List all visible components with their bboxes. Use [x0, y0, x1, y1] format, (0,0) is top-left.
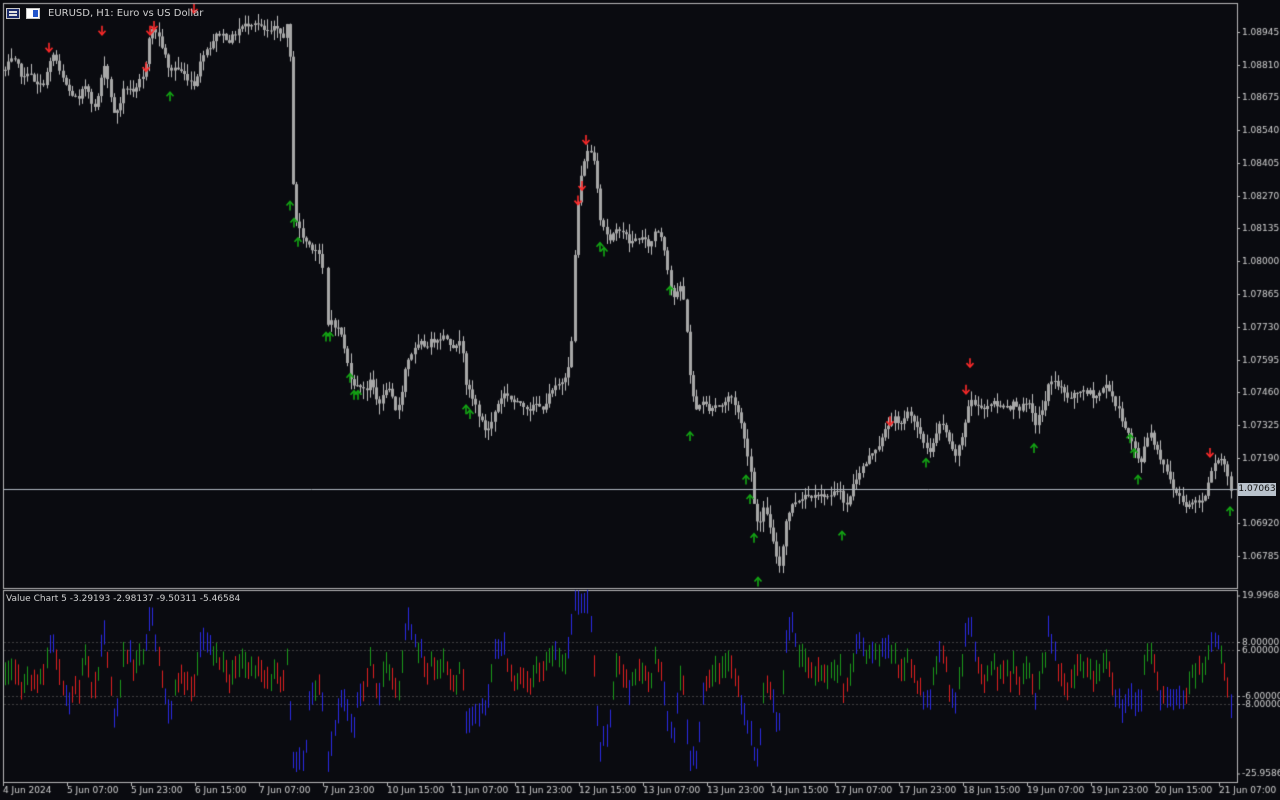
chart-grid-icon[interactable]	[6, 7, 20, 19]
mt5-chart-canvas[interactable]	[0, 0, 1280, 800]
chart-title-bar: EURUSD, H1: Euro vs US Dollar	[6, 6, 203, 20]
symbol-title: EURUSD, H1: Euro vs US Dollar	[48, 7, 204, 19]
current-price-tag: 1.07063	[1238, 483, 1276, 496]
one-click-trading-icon[interactable]	[26, 7, 40, 19]
indicator-label: Value Chart 5 -3.29193 -2.98137 -9.50311…	[6, 594, 241, 604]
